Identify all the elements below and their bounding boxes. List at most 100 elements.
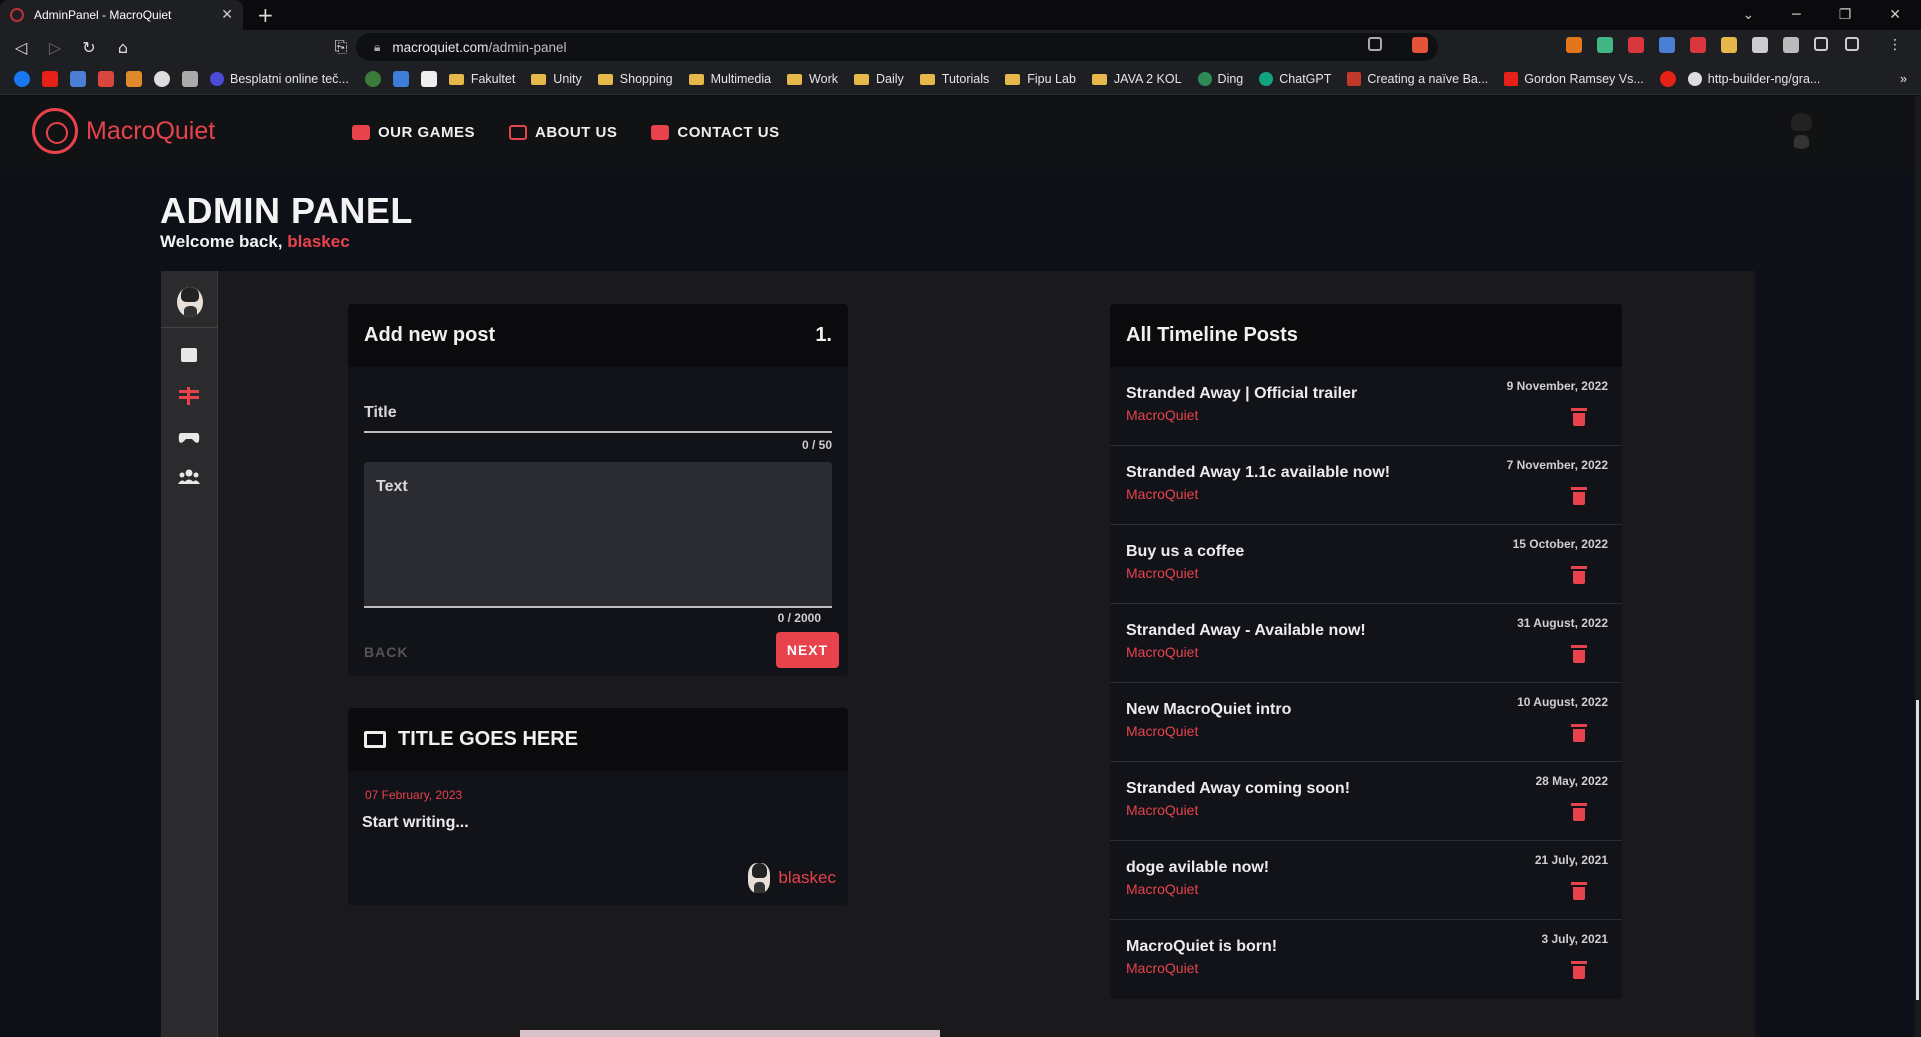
gmail-icon[interactable] [98, 71, 114, 87]
sidebar-avatar[interactable] [177, 287, 203, 317]
folder-icon [688, 73, 704, 85]
linkedin-icon[interactable] [126, 71, 142, 87]
back-button[interactable]: BACK [364, 644, 408, 660]
bookmark-folder[interactable]: Unity [531, 72, 582, 86]
bookmark-folder[interactable]: Shopping [597, 72, 673, 86]
post-author: MacroQuiet [1126, 960, 1199, 976]
user-avatar[interactable] [1786, 113, 1816, 149]
post-author: MacroQuiet [1126, 565, 1199, 581]
forward-icon[interactable]: ▷ [42, 38, 68, 57]
browser-tab-active[interactable]: AdminPanel - MacroQuiet ✕ [0, 0, 243, 30]
welcome-username: blaskec [287, 232, 350, 251]
bookmark-folder[interactable]: Multimedia [688, 72, 771, 86]
delete-icon[interactable] [1571, 645, 1587, 663]
wallet-icon[interactable] [1845, 37, 1859, 51]
pdf-extension-icon[interactable] [1628, 37, 1644, 53]
delete-icon[interactable] [1571, 724, 1587, 742]
timeline-post-row: Stranded Away | Official trailer MacroQu… [1110, 367, 1622, 446]
timeline-icon [179, 387, 199, 405]
nav-contact-us[interactable]: CONTACT US [651, 124, 779, 141]
bookmark-item[interactable]: Gordon Ramsey Vs... [1504, 72, 1644, 86]
share-icon[interactable] [1368, 37, 1382, 51]
back-icon[interactable]: ◁ [8, 38, 34, 57]
timeline-post-row: doge avilable now! MacroQuiet 21 July, 2… [1110, 841, 1622, 920]
sidebar-item-gallery[interactable] [178, 346, 200, 364]
gallery-icon [181, 348, 197, 362]
sidebar-item-users[interactable] [178, 468, 200, 486]
nav-our-games[interactable]: OUR GAMES [352, 124, 475, 141]
metamask-extension-icon[interactable] [1566, 37, 1582, 53]
terminal-icon[interactable] [182, 71, 198, 87]
nav-about-us[interactable]: ABOUT US [509, 124, 617, 141]
delete-icon[interactable] [1571, 487, 1587, 505]
url-path: /admin-panel [488, 39, 567, 55]
bookmark-folder[interactable]: Daily [853, 72, 904, 86]
minimize-icon[interactable]: ─ [1792, 7, 1800, 23]
extension-icon[interactable] [1721, 37, 1737, 53]
bookmark-icon[interactable]: ⎘ [328, 37, 354, 57]
youtube-icon[interactable] [42, 71, 58, 87]
site-icon[interactable] [364, 71, 381, 87]
bookmark-item[interactable]: Creating a naïve Ba... [1347, 72, 1488, 86]
title-input-underline [364, 431, 832, 433]
reload-icon[interactable]: ↻ [76, 38, 102, 57]
bookmark-folder[interactable]: Work [787, 72, 838, 86]
delete-icon[interactable] [1571, 803, 1587, 821]
delete-icon[interactable] [1571, 408, 1587, 426]
extension-icon[interactable] [1690, 37, 1706, 53]
restore-icon[interactable]: ❐ [1839, 7, 1852, 23]
scrollbar-thumb[interactable] [1916, 700, 1919, 1000]
home-icon[interactable]: ⌂ [110, 38, 136, 57]
facebook-icon[interactable] [14, 71, 30, 87]
folder-icon [1005, 73, 1021, 85]
delete-icon[interactable] [1571, 566, 1587, 584]
next-button[interactable]: NEXT [776, 632, 839, 668]
youtube-icon [1504, 72, 1519, 86]
close-tab-icon[interactable]: ✕ [221, 6, 233, 23]
address-bar[interactable]: 🔒︎ macroquiet.com/admin-panel [356, 33, 1438, 61]
chatgpt-icon [1259, 72, 1274, 86]
bookmark-item[interactable]: Besplatni online teč... [210, 72, 349, 86]
sidebar-item-timeline[interactable] [178, 387, 200, 405]
more-bookmarks-icon[interactable]: » [1900, 72, 1907, 86]
timeline-post-row: Stranded Away 1.1c available now! MacroQ… [1110, 446, 1622, 525]
folder-icon [919, 73, 935, 85]
close-window-icon[interactable]: ✕ [1889, 7, 1901, 23]
new-tab-icon[interactable]: + [257, 3, 274, 27]
brand-logo[interactable]: MacroQuiet [32, 108, 215, 154]
reading-list-icon[interactable] [1783, 37, 1799, 53]
author-avatar [748, 863, 771, 893]
bookmark-item[interactable]: http-builder-ng/gra... [1687, 72, 1820, 86]
title-input[interactable]: Title [364, 404, 397, 422]
bookmark-folder[interactable]: Fipu Lab [1005, 72, 1076, 86]
vue-extension-icon[interactable] [1597, 37, 1613, 53]
github-icon[interactable] [154, 71, 170, 87]
text-input[interactable]: Text [364, 462, 832, 608]
bookmark-item[interactable]: Ding [1197, 72, 1243, 86]
puzzle-extensions-icon[interactable] [1752, 37, 1768, 53]
folder-icon [787, 73, 803, 85]
contact-card-icon [651, 125, 670, 140]
translate-icon[interactable] [70, 71, 86, 87]
tab-search-icon[interactable]: ⌄ [1743, 7, 1755, 23]
bookmark-folder[interactable]: Fakultet [448, 72, 515, 86]
bookmark-item[interactable]: ChatGPT [1259, 72, 1331, 86]
menu-icon[interactable]: ⋮ [1888, 37, 1904, 53]
delete-icon[interactable] [1571, 961, 1587, 979]
add-post-header: Add new post 1. [348, 304, 848, 367]
bookmark-folder[interactable]: Tutorials [919, 72, 989, 86]
timeline-posts-card: All Timeline Posts Stranded Away | Offic… [1110, 304, 1622, 999]
timeline-post-row: Buy us a coffee MacroQuiet 15 October, 2… [1110, 525, 1622, 604]
sidebar-icon[interactable] [1814, 37, 1828, 51]
site-icon[interactable] [1659, 71, 1676, 87]
sidebar-item-games[interactable] [178, 428, 200, 446]
folder-icon [597, 73, 613, 85]
site-icon[interactable] [392, 71, 409, 87]
bookmark-folder[interactable]: JAVA 2 KOL [1091, 72, 1182, 86]
brave-shield-icon[interactable] [1412, 37, 1428, 53]
post-date: 21 July, 2021 [1534, 853, 1608, 867]
notion-icon[interactable] [420, 71, 437, 87]
gamepad-icon [178, 433, 200, 443]
translate-extension-icon[interactable] [1659, 37, 1675, 53]
delete-icon[interactable] [1571, 882, 1587, 900]
